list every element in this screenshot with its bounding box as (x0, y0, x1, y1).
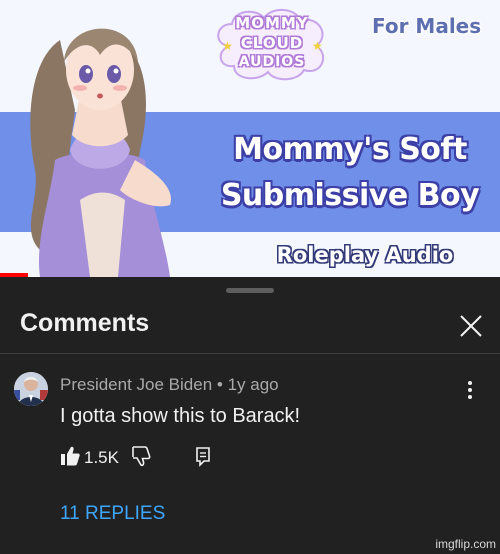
comment-age: 1y ago (227, 375, 279, 394)
thumbs-down-icon (132, 446, 151, 467)
close-button[interactable] (456, 311, 486, 341)
more-options-button[interactable] (460, 377, 480, 403)
panel-title: Comments (20, 309, 150, 337)
audience-tag: For Males (372, 14, 482, 38)
character-illustration (30, 28, 171, 277)
video-title-line-1: Mommy's Soft (233, 132, 467, 167)
comment-author[interactable]: President Joe Biden (60, 375, 212, 394)
watermark: imgflip.com (435, 537, 496, 551)
like-count: 1.5K (84, 448, 119, 467)
channel-logo: ★ ★ MOMMY CLOUD AUDIOS (212, 6, 332, 82)
divider (0, 353, 500, 354)
view-replies-button[interactable]: 11 REPLIES (60, 503, 165, 525)
dislike-button[interactable] (130, 445, 152, 469)
logo-word-3: AUDIOS (238, 54, 306, 70)
like-button[interactable] (60, 445, 80, 469)
comment-text: I gotta show this to Barack! (60, 405, 301, 427)
logo-word-2: CLOUD (240, 34, 304, 52)
comments-panel: Comments President Joe Biden • 1y ago I … (0, 277, 500, 554)
video-thumbnail[interactable]: ★ ★ MOMMY CLOUD AUDIOS For Males Mommy's… (0, 0, 500, 277)
avatar[interactable] (14, 372, 48, 406)
drag-handle[interactable] (226, 288, 274, 293)
thumbs-up-icon (61, 446, 80, 466)
video-title-line-2: Submissive Boy (220, 178, 480, 213)
comment-meta: President Joe Biden • 1y ago (60, 375, 279, 395)
comment-actions: 1.5K (60, 445, 300, 471)
reply-icon (196, 447, 210, 467)
reply-button[interactable] (194, 445, 212, 469)
more-vert-icon (468, 381, 472, 399)
close-icon (460, 315, 482, 337)
logo-word-1: MOMMY (235, 14, 309, 32)
video-subtitle: Roleplay Audio (276, 243, 454, 267)
meta-separator: • (212, 375, 228, 394)
